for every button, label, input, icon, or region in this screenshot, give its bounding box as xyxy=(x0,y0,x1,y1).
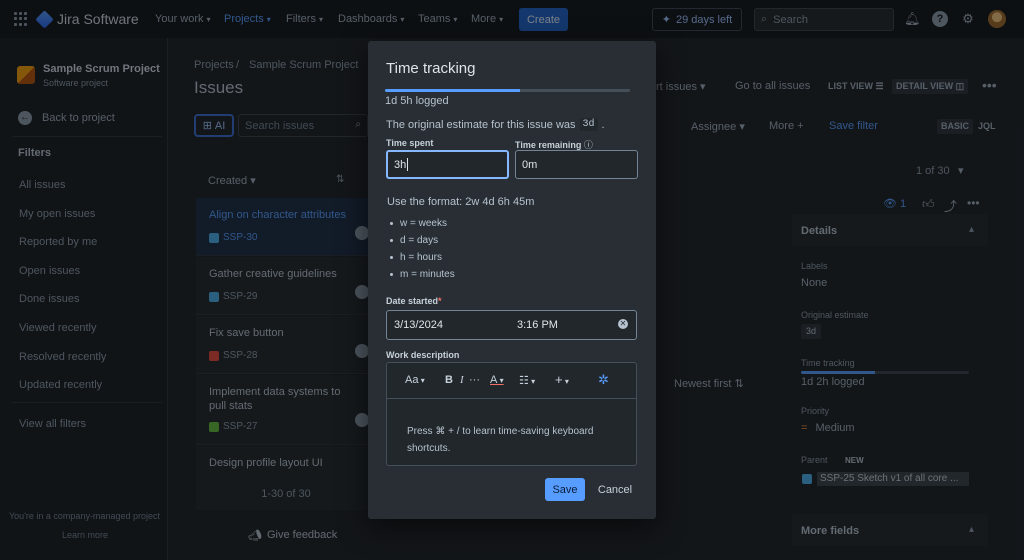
save-button[interactable]: Save xyxy=(545,478,585,501)
work-description-label: Work description xyxy=(386,350,460,360)
time-tracking-dialog: Time tracking 1d 5h logged The original … xyxy=(368,41,656,519)
original-estimate-text: The original estimate for this issue was… xyxy=(386,118,605,131)
more-formatting-icon[interactable]: ··· xyxy=(469,374,480,386)
format-hint: Use the format: 2w 4d 6h 45m xyxy=(387,196,535,208)
logged-text: 1d 5h logged xyxy=(385,95,449,107)
original-estimate-code: 3d xyxy=(579,118,598,131)
text-style-button[interactable]: Aa ▾ xyxy=(405,374,425,386)
insert-plus-icon[interactable]: + ▾ xyxy=(555,372,569,387)
date-started-label: Date started* xyxy=(386,296,442,306)
list-item: m = minutes xyxy=(390,266,455,283)
ai-assist-icon[interactable]: ✲ xyxy=(598,372,609,388)
italic-button[interactable]: I xyxy=(460,374,464,386)
list-icon[interactable]: ☷ ▾ xyxy=(519,374,535,387)
dialog-title: Time tracking xyxy=(386,60,476,77)
clear-icon[interactable]: ✕ xyxy=(618,319,628,329)
logged-progress-bar xyxy=(385,89,630,92)
date-started-input[interactable]: 3/13/2024 3:16 PM ✕ xyxy=(386,310,637,340)
list-item: d = days xyxy=(390,232,455,249)
editor-placeholder: Press ⌘ + / to learn time-saving keyboar… xyxy=(407,426,594,454)
list-item: w = weeks xyxy=(390,215,455,232)
work-description-editor[interactable]: Aa ▾ B I ··· A ▾ ☷ ▾ + ▾ ✲ Press ⌘ + / t… xyxy=(386,362,637,466)
time-value: 3:16 PM xyxy=(517,319,558,331)
time-remaining-input[interactable]: 0m xyxy=(515,150,638,179)
text-color-button[interactable]: A ▾ xyxy=(490,374,504,386)
bold-button[interactable]: B xyxy=(445,374,453,386)
text-cursor xyxy=(407,158,409,171)
format-list: w = weeks d = days h = hours m = minutes xyxy=(390,215,455,283)
time-spent-input[interactable]: 3h xyxy=(386,150,509,179)
list-item: h = hours xyxy=(390,249,455,266)
cancel-button[interactable]: Cancel xyxy=(590,478,640,501)
editor-toolbar: Aa ▾ B I ··· A ▾ ☷ ▾ + ▾ ✲ xyxy=(387,363,636,399)
logged-progress-fill xyxy=(385,89,520,92)
info-icon: ⓘ xyxy=(583,140,593,150)
time-spent-label: Time spent xyxy=(386,138,434,148)
date-value: 3/13/2024 xyxy=(394,319,443,331)
